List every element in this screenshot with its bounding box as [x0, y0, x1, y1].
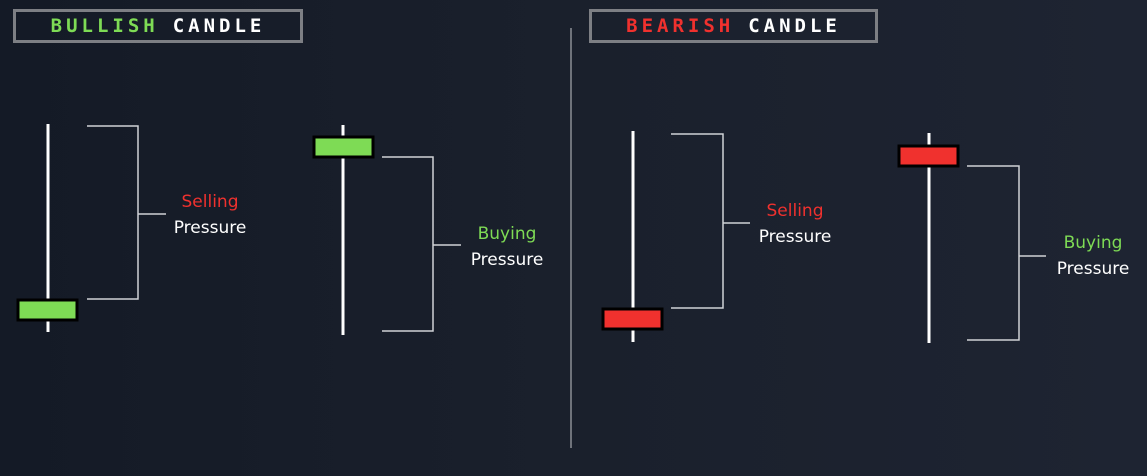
label-line1: Buying [477, 224, 537, 244]
candle-body [16, 298, 79, 322]
candle-body [601, 307, 664, 331]
label-line2: Pressure [758, 227, 832, 247]
bearish-candle-long-upper-wick [601, 131, 664, 342]
bracket-selling-pressure-bear [671, 133, 750, 309]
label-line2: Pressure [173, 218, 247, 238]
candle-body [897, 144, 960, 168]
bracket-selling-pressure-bull [87, 125, 166, 300]
candle-body [312, 135, 375, 159]
bracket-buying-pressure-bear [967, 165, 1046, 341]
bull-selling-pressure-label: Selling Pressure [160, 189, 260, 241]
bear-selling-pressure-label: Selling Pressure [745, 198, 845, 250]
bullish-candle-long-lower-wick [312, 125, 375, 335]
bearish-candle-long-lower-wick [897, 133, 960, 343]
label-line2: Pressure [470, 250, 544, 270]
bear-buying-pressure-label: Buying Pressure [1042, 230, 1144, 282]
label-line2: Pressure [1056, 259, 1130, 279]
label-line1: Selling [766, 201, 824, 221]
label-line1: Buying [1063, 233, 1123, 253]
bullish-candle-long-upper-wick [16, 124, 79, 332]
bracket-buying-pressure-bull [382, 156, 461, 332]
bull-buying-pressure-label: Buying Pressure [456, 221, 558, 273]
label-line1: Selling [181, 192, 239, 212]
